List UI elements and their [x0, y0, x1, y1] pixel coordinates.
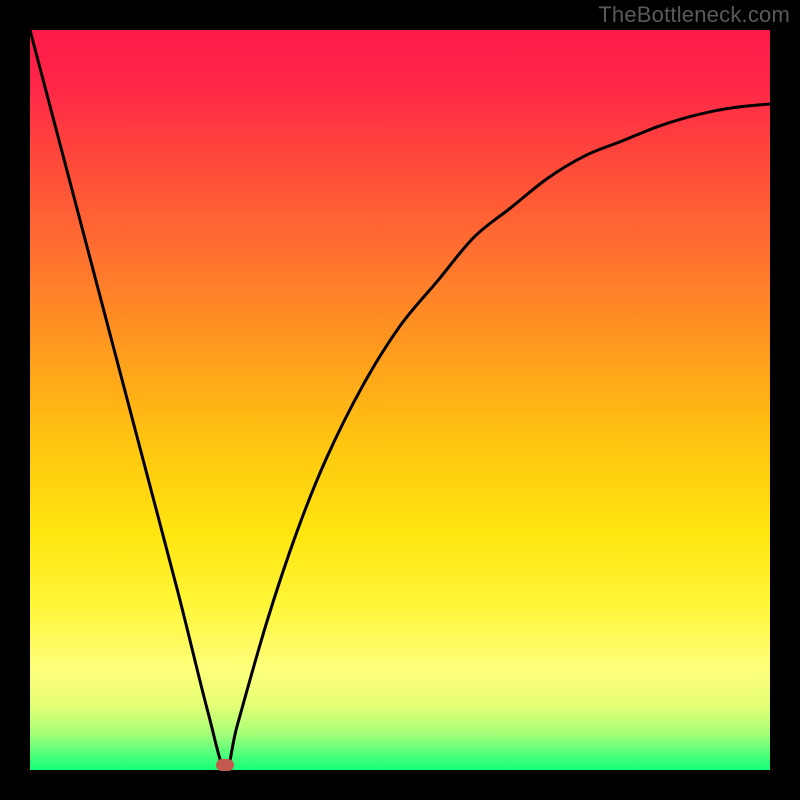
chart-frame: TheBottleneck.com: [0, 0, 800, 800]
plot-svg: [30, 30, 770, 770]
watermark-text: TheBottleneck.com: [598, 2, 790, 28]
plot-area: [30, 30, 770, 770]
minimum-marker: [216, 759, 234, 771]
gradient-background: [30, 30, 770, 770]
